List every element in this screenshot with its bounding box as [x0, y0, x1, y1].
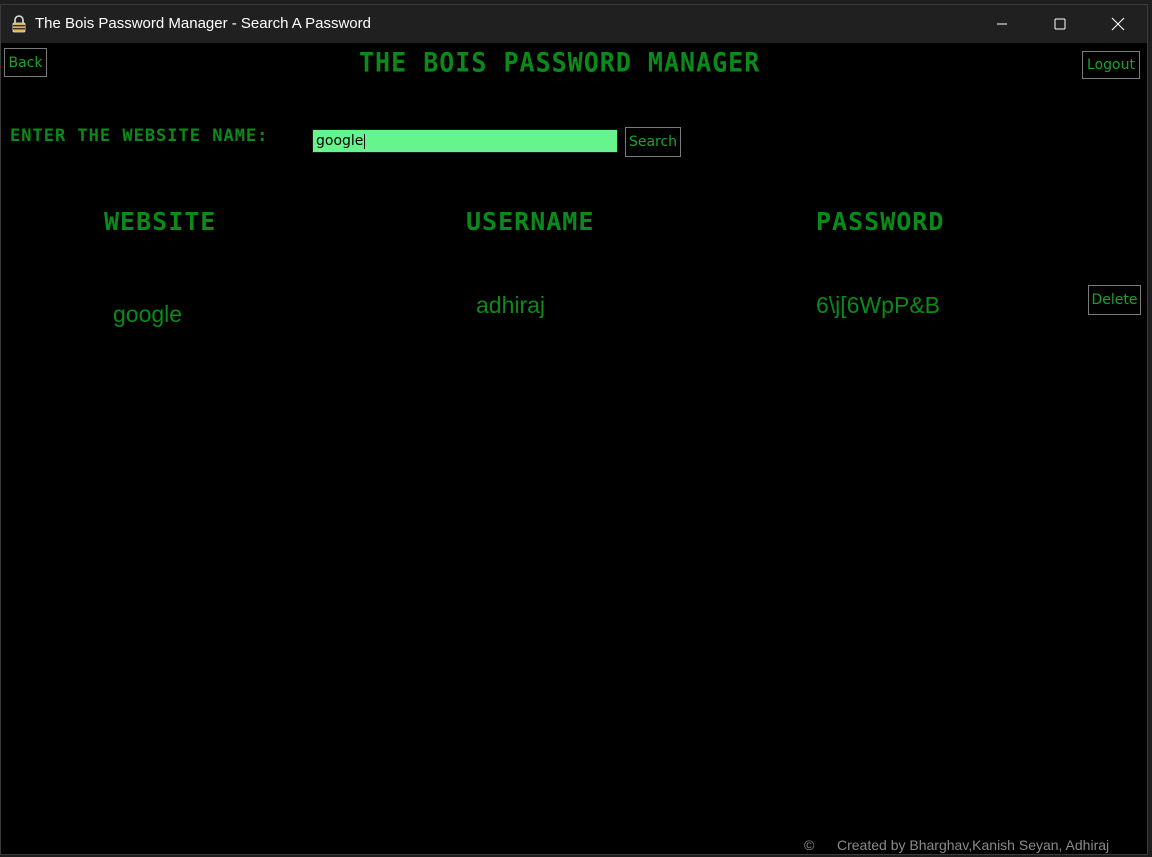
column-header-website: Website	[104, 207, 217, 236]
close-icon	[1111, 17, 1125, 31]
delete-button[interactable]: Delete	[1087, 284, 1142, 316]
close-button[interactable]	[1089, 5, 1147, 43]
logout-button[interactable]: Logout	[1081, 50, 1141, 80]
window-title: The Bois Password Manager - Search A Pas…	[35, 15, 371, 32]
text-caret	[364, 133, 366, 149]
maximize-button[interactable]	[1031, 5, 1089, 43]
column-header-username: Username	[466, 207, 595, 236]
column-header-password: Password	[816, 207, 945, 236]
cell-username: adhiraj	[476, 292, 546, 318]
cell-website: google	[113, 301, 183, 327]
footer-credits: Created by Bharghav,Kanish Seyan, Adhira…	[837, 837, 1110, 853]
minimize-button[interactable]	[973, 5, 1031, 43]
app-window: The Bois Password Manager - Search A Pas…	[0, 4, 1148, 855]
search-label: Enter the website name:	[10, 126, 269, 146]
background-desktop-right	[1148, 0, 1152, 857]
main-content: Back The Bois Password Manager Logout En…	[1, 43, 1147, 854]
back-button[interactable]: Back	[3, 47, 48, 78]
search-button[interactable]: Search	[624, 126, 682, 158]
padlock-icon	[11, 15, 27, 33]
search-input-value: google	[316, 133, 364, 149]
copyright-symbol: ©	[804, 837, 815, 853]
search-input[interactable]: google	[312, 129, 618, 153]
title-bar[interactable]: The Bois Password Manager - Search A Pas…	[1, 5, 1147, 43]
cell-password: 6\j[6WpP&B	[816, 292, 940, 318]
maximize-icon	[1054, 18, 1066, 30]
page-title: The Bois Password Manager	[359, 47, 761, 78]
minimize-icon	[997, 23, 1007, 25]
